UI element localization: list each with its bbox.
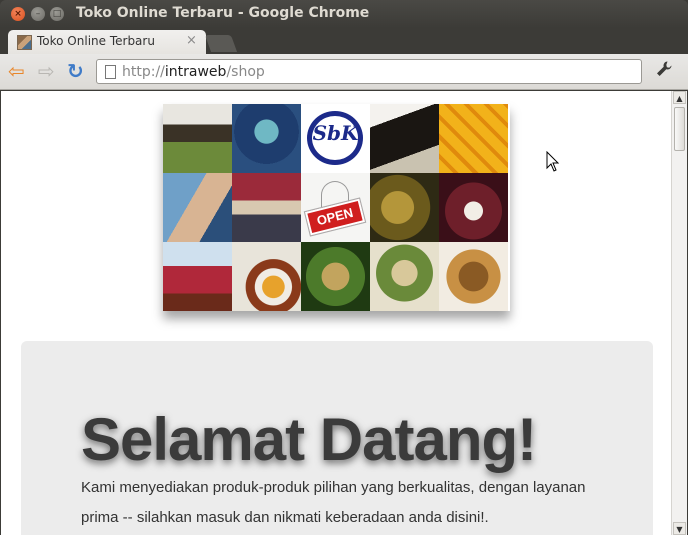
scrollbar-thumb[interactable]: [674, 107, 685, 151]
url-host: intraweb: [164, 64, 227, 80]
window-maximize-button[interactable]: □: [50, 7, 64, 21]
collage-tile-open-sign: OPEN: [301, 173, 370, 242]
page-viewport: SbK OPEN Selamat Datang! Kami menyediaka…: [1, 91, 671, 535]
tab-toko-online[interactable]: Toko Online Terbaru ×: [8, 30, 206, 54]
window-close-button[interactable]: ×: [11, 7, 25, 21]
collage-tile-mangosteen: [439, 173, 508, 242]
hero-jumbotron: Selamat Datang! Kami menyediakan produk-…: [21, 341, 653, 535]
wrench-icon[interactable]: [655, 60, 673, 83]
collage-tile-banana-leaf-dish: [370, 242, 439, 311]
tab-strip: Toko Online Terbaru ×: [0, 28, 688, 54]
collage-tile-wallet: [370, 104, 439, 173]
collage-tile-mosque: [232, 104, 301, 173]
window-minimize-button[interactable]: –: [31, 7, 45, 21]
url-path: /shop: [226, 64, 265, 80]
tab-label: Toko Online Terbaru: [37, 34, 155, 48]
scroll-down-icon[interactable]: ▼: [673, 522, 686, 535]
collage-tile-mango: [439, 104, 508, 173]
hero-title: Selamat Datang!: [81, 406, 537, 473]
banner-collage: SbK OPEN: [163, 104, 510, 311]
window-title: Toko Online Terbaru - Google Chrome: [76, 5, 370, 21]
collage-tile-ceremony: [232, 173, 301, 242]
favicon-icon: [17, 35, 32, 50]
collage-tile-logo: SbK: [301, 104, 370, 173]
open-sign: OPEN: [303, 197, 367, 237]
collage-tile-curry: [439, 242, 508, 311]
address-bar[interactable]: http://intraweb/shop: [96, 59, 642, 84]
page-icon: [105, 65, 116, 79]
back-icon[interactable]: ⇦: [8, 61, 25, 81]
new-tab-button[interactable]: [204, 35, 238, 52]
collage-tile-flute-player: [163, 242, 232, 311]
hero-text: Kami menyediakan produk-produk pilihan y…: [81, 479, 586, 526]
collage-tile-minangkabau-house: [163, 104, 232, 173]
window-titlebar: × – □ Toko Online Terbaru - Google Chrom…: [0, 0, 688, 28]
wrench-svg: [657, 61, 672, 76]
collage-tile-rendang: [370, 173, 439, 242]
browser-toolbar: ⇦ ⇨ ↻ http://intraweb/shop: [0, 54, 688, 90]
collage-tile-lemang: [301, 242, 370, 311]
logo-text: SbK: [312, 121, 359, 145]
reload-icon[interactable]: ↻: [67, 61, 84, 81]
url-text[interactable]: http://intraweb/shop: [122, 64, 265, 80]
collage-tile-food-platter: [232, 242, 301, 311]
vertical-scrollbar[interactable]: ▲ ▼: [671, 91, 687, 535]
scroll-up-icon[interactable]: ▲: [673, 91, 686, 104]
url-scheme: http://: [122, 64, 165, 80]
tab-close-icon[interactable]: ×: [186, 33, 197, 48]
mouse-pointer-icon: [546, 151, 560, 172]
collage-tile-payment: [163, 173, 232, 242]
forward-icon[interactable]: ⇨: [38, 61, 55, 81]
